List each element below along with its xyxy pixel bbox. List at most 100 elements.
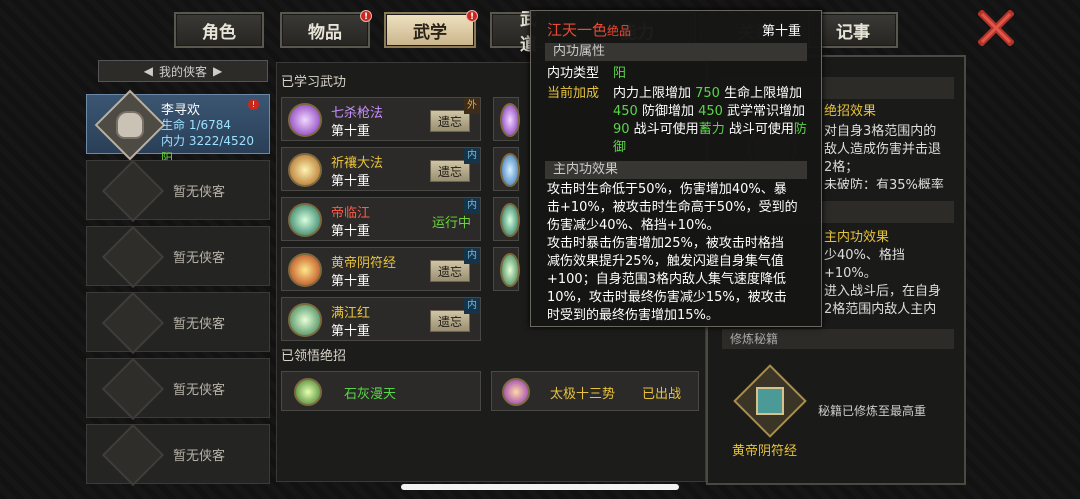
main-effect-line: +10%。	[824, 266, 877, 281]
effect-line: +100；自身范围3格内敌人集气速度降低	[547, 272, 786, 287]
learned-skills-title: 已学习武功	[281, 75, 347, 90]
main-effect-title: 主内功效果	[824, 230, 890, 245]
effect-line: 10%，攻击时最终伤害减少15%，被攻击	[547, 290, 787, 305]
ultimates-title: 已领悟绝招	[281, 349, 347, 364]
empty-hero-slot[interactable]: 暂无侠客	[86, 225, 270, 289]
empty-slot-label: 暂无侠客	[173, 383, 226, 398]
home-indicator[interactable]	[401, 484, 679, 490]
skill-icon	[288, 253, 322, 287]
deployed-status: 已出战	[642, 387, 682, 402]
effect-line: 时受到的最终伤害增加15%。	[547, 308, 719, 323]
skill-level: 第十重	[331, 124, 371, 139]
effect-line: 减伤效果提升25%，触发闪避自身集气值	[547, 254, 784, 269]
hero-hp: 生命 1/6784	[161, 118, 232, 132]
skill-name: 七杀枪法	[331, 106, 384, 121]
notification-badge: !	[248, 99, 259, 110]
ult-effect-line: 2格；	[824, 160, 859, 175]
tooltip-title: 江天一色绝品	[547, 21, 632, 39]
effect-lines: 攻击时生命低于50%，伤害增加40%、暴 击+10%，被攻击时生命高于50%，受到…	[547, 181, 817, 325]
skill-name: 满江红	[331, 306, 371, 321]
silhouette-icon	[101, 423, 165, 487]
skill-icon	[288, 203, 322, 237]
running-status: 运行中	[432, 216, 472, 231]
hero-card-selected[interactable]: 李寻欢 生命 1/6784 内力 3222/4520 阳 !	[86, 89, 270, 165]
notification-badge: !	[360, 10, 372, 22]
skill-card[interactable]	[493, 197, 520, 241]
skill-icon	[500, 103, 520, 137]
bonus-lines: 内力上限增加 750 生命上限增加 450 防御增加 450 武学常识增加 90 战…	[613, 85, 813, 157]
book-status: 秘籍已修炼至最高重	[818, 404, 927, 418]
tab-role[interactable]: 角色	[174, 12, 264, 48]
empty-slot-label: 暂无侠客	[173, 449, 226, 464]
empty-hero-slot[interactable]: 暂无侠客	[86, 291, 270, 355]
skill-name: 祈禳大法	[331, 156, 384, 171]
skill-type-tag: 内	[464, 198, 480, 214]
ultimate-name: 太极十三势	[550, 387, 616, 402]
ult-effect-line: 未破防：有35%概率	[824, 178, 944, 189]
effect-line: 击+10%，被攻击时生命高于50%，受到的	[547, 200, 798, 215]
empty-hero-slot[interactable]: 暂无侠客	[86, 423, 270, 487]
close-icon[interactable]	[978, 10, 1014, 46]
skill-card[interactable]	[493, 147, 520, 191]
ultimate-card[interactable]: 石灰漫天	[281, 371, 481, 411]
ultimate-icon	[294, 378, 322, 406]
bonus-line: 450 防御增加 450 武学常识增加	[613, 104, 806, 119]
skill-icon	[500, 153, 520, 187]
main-effect-line: 少40%、格挡	[824, 248, 905, 263]
skill-type-tag: 内	[464, 148, 480, 164]
empty-slot-label: 暂无侠客	[173, 317, 226, 332]
skill-type-tag: 内	[464, 298, 480, 314]
skill-card[interactable]: 祈禳大法 第十重 遗忘 内	[281, 147, 481, 191]
empty-hero-slot[interactable]: 暂无侠客	[86, 159, 270, 223]
skill-level: 第十重	[331, 174, 371, 189]
tab-label: 角色	[202, 22, 236, 43]
skill-card[interactable]: 满江红 第十重 遗忘 内	[281, 297, 481, 341]
skill-level: 第十重	[331, 324, 371, 339]
notification-badge: !	[466, 10, 478, 22]
skill-type-tag: 内	[464, 248, 480, 264]
skill-icon	[288, 303, 322, 337]
silhouette-icon	[101, 291, 165, 355]
bonus-label: 当前加成	[547, 86, 600, 101]
skill-card[interactable]: 帝临江 第十重 运行中 内	[281, 197, 481, 241]
skill-card[interactable]	[493, 97, 520, 141]
tooltip-level: 第十重	[761, 24, 801, 39]
skill-tooltip: 江天一色绝品 第十重 内功属性 内功类型 阳 当前加成 内力上限增加 750 生…	[530, 10, 822, 327]
empty-hero-slot[interactable]: 暂无侠客	[86, 357, 270, 421]
tab-label: 武学	[413, 22, 447, 43]
book-icon[interactable]	[733, 364, 807, 438]
ult-effect-title: 绝招效果	[824, 104, 877, 119]
bonus-line: 90 战斗可使用蓄力 战斗可使用防	[613, 122, 807, 137]
tab-martial-arts[interactable]: 武学!	[384, 10, 478, 48]
ultimate-icon	[502, 378, 530, 406]
avatar	[94, 89, 166, 161]
bonus-line: 御	[613, 140, 627, 155]
main-effect-line: 进入战斗后，在自身	[824, 284, 942, 299]
skill-card[interactable]: 黄帝阴符经 第十重 遗忘 内	[281, 247, 481, 291]
effect-line: 攻击时生命低于50%，伤害增加40%、暴	[547, 182, 787, 197]
type-label: 内功类型	[547, 66, 600, 81]
tab-items[interactable]: 物品!	[280, 10, 372, 48]
tooltip-effect-header: 主内功效果	[545, 161, 807, 179]
skill-level: 第十重	[331, 274, 371, 289]
skill-icon	[500, 253, 520, 287]
skill-name: 帝临江	[331, 206, 371, 221]
skill-card[interactable]	[493, 247, 520, 291]
empty-slot-label: 暂无侠客	[173, 185, 226, 200]
main-effect-line: 2格范围内敌人主内	[824, 302, 937, 317]
ultimate-card[interactable]: 太极十三势 已出战	[491, 371, 699, 411]
book-section-title: 修炼秘籍	[722, 329, 954, 349]
empty-slot-label: 暂无侠客	[173, 251, 226, 266]
skill-type-tag: 外	[464, 98, 480, 114]
skill-name: 黄帝阴符经	[331, 256, 397, 271]
skill-icon	[288, 153, 322, 187]
ultimate-name: 石灰漫天	[344, 387, 397, 402]
tab-label: 物品	[308, 22, 342, 43]
skill-card[interactable]: 七杀枪法 第十重 遗忘 外	[281, 97, 481, 141]
skill-icon	[288, 103, 322, 137]
type-value: 阳	[613, 66, 627, 81]
tooltip-attr-header: 内功属性	[545, 43, 807, 61]
hero-list-header: ◀ 我的侠客 ▶	[98, 60, 268, 82]
effect-line: 攻击时暴击伤害增加25%，被攻击时格挡	[547, 236, 784, 251]
tab-label: 记事	[836, 22, 870, 43]
